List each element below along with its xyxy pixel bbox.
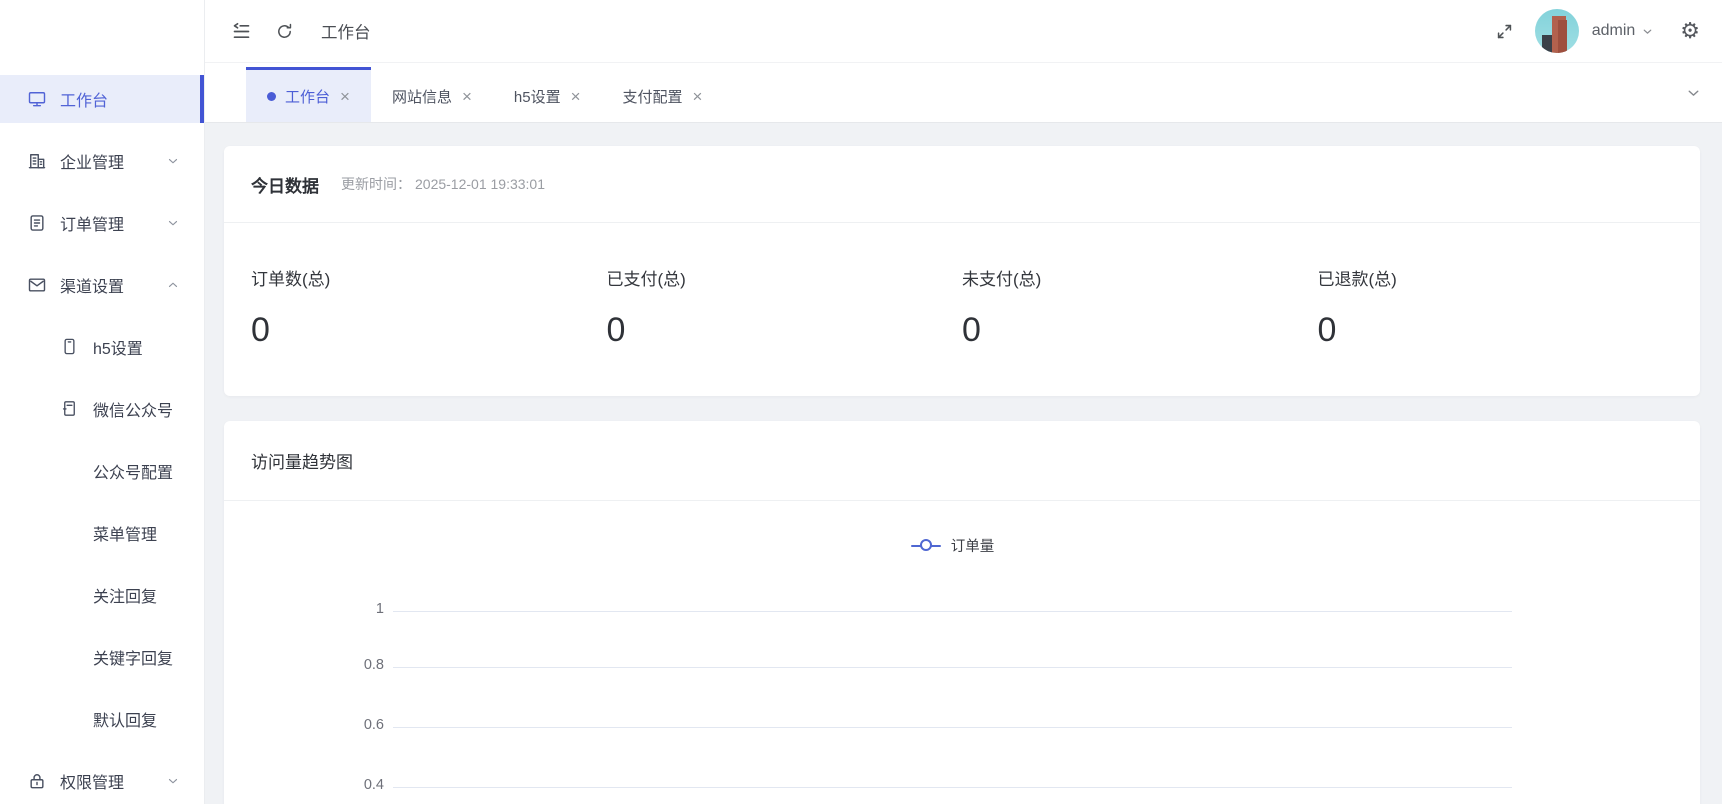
legend-label: 订单量 — [951, 535, 995, 556]
building-icon — [27, 151, 47, 171]
fullscreen-icon[interactable] — [1495, 22, 1514, 41]
tabs-dropdown-chevron-icon[interactable] — [1685, 84, 1702, 101]
close-icon[interactable]: × — [462, 88, 472, 105]
navbar: 工作台 admin ⚙ — [205, 0, 1722, 63]
sidebar-item-label: 公众号配置 — [93, 459, 173, 483]
tab-label: 工作台 — [285, 86, 330, 107]
fold-sidebar-icon[interactable] — [231, 21, 252, 42]
tab-h5-settings[interactable]: h5设置 × — [493, 67, 602, 122]
tab-label: 支付配置 — [623, 86, 683, 107]
sidebar-item-label: 工作台 — [60, 87, 108, 111]
sidebar-item-label: 关键字回复 — [93, 645, 173, 669]
stat-label: 未支付(总) — [962, 265, 1318, 290]
phone-icon — [60, 337, 80, 357]
sidebar-item-label: 默认回复 — [93, 707, 157, 731]
line-chart: 订单量 1 0.8 0.6 0.4 — [224, 501, 1700, 804]
sidebar-item-label: 企业管理 — [60, 149, 124, 173]
journal-icon — [60, 399, 80, 419]
gridline — [393, 611, 1512, 612]
visits-trend-card: 访问量趋势图 订单量 1 0.8 0.6 0.4 — [224, 421, 1700, 804]
sidebar-item-label: 菜单管理 — [93, 521, 157, 545]
stat-value: 0 — [962, 311, 1318, 350]
sidebar-item-official-config[interactable]: 公众号配置 — [0, 447, 204, 495]
stat-value: 0 — [607, 311, 963, 350]
y-axis-tick: 0.4 — [314, 777, 384, 793]
username[interactable]: admin — [1592, 22, 1636, 40]
stat-label: 订单数(总) — [251, 265, 607, 290]
stat-total-orders: 订单数(总) 0 — [251, 265, 607, 350]
sidebar-item-channels[interactable]: 渠道设置 — [0, 261, 204, 309]
main-area: 工作台 admin ⚙ 工作台 × 网站信息 × h5设置 — [205, 0, 1722, 804]
today-data-card: 今日数据 更新时间：2025-12-01 19:33:01 订单数(总) 0 已… — [224, 146, 1700, 396]
sidebar-item-label: 关注回复 — [93, 583, 157, 607]
sidebar: 工作台 企业管理 订单管理 渠道设置 h5设置 — [0, 0, 205, 804]
refresh-icon[interactable] — [275, 22, 294, 41]
legend-line-circle-marker — [911, 539, 941, 553]
sidebar-item-label: 订单管理 — [60, 211, 124, 235]
chevron-down-icon[interactable] — [1641, 25, 1654, 38]
stat-value: 0 — [251, 311, 607, 350]
sidebar-item-h5-settings[interactable]: h5设置 — [0, 323, 204, 371]
chevron-down-icon — [166, 216, 180, 230]
gear-icon[interactable]: ⚙ — [1680, 20, 1700, 42]
stat-paid: 已支付(总) 0 — [607, 265, 963, 350]
update-time-label: 更新时间： — [341, 176, 411, 192]
stat-refunded: 已退款(总) 0 — [1318, 265, 1674, 350]
chart-legend-orders[interactable]: 订单量 — [393, 535, 1512, 556]
tab-workbench[interactable]: 工作台 × — [246, 67, 371, 122]
document-icon — [27, 213, 47, 233]
sidebar-item-enterprise[interactable]: 企业管理 — [0, 137, 204, 185]
envelope-icon — [27, 275, 47, 295]
avatar[interactable] — [1535, 9, 1579, 53]
tab-label: 网站信息 — [392, 86, 452, 107]
sidebar-item-label: h5设置 — [93, 335, 143, 359]
sidebar-item-label: 微信公众号 — [93, 397, 173, 421]
sidebar-item-permissions[interactable]: 权限管理 — [0, 757, 204, 804]
update-time-value: 2025-12-01 19:33:01 — [415, 176, 545, 192]
breadcrumb: 工作台 — [321, 19, 371, 43]
sidebar-item-keyword-reply[interactable]: 关键字回复 — [0, 633, 204, 681]
stat-label: 已支付(总) — [607, 265, 963, 290]
chevron-up-icon — [166, 278, 180, 292]
tab-site-info[interactable]: 网站信息 × — [371, 67, 493, 122]
close-icon[interactable]: × — [571, 88, 581, 105]
active-dot — [267, 92, 276, 101]
sidebar-item-menu-management[interactable]: 菜单管理 — [0, 509, 204, 557]
stat-unpaid: 未支付(总) 0 — [962, 265, 1318, 350]
stats-row: 订单数(总) 0 已支付(总) 0 未支付(总) 0 已退款(总) 0 — [224, 223, 1700, 396]
monitor-icon — [27, 89, 47, 109]
chevron-down-icon — [166, 154, 180, 168]
sidebar-item-label: 渠道设置 — [60, 273, 124, 297]
y-axis-tick: 0.6 — [314, 717, 384, 733]
y-axis-tick: 0.8 — [314, 657, 384, 673]
card-title: 今日数据 — [251, 172, 319, 197]
sidebar-item-orders[interactable]: 订单管理 — [0, 199, 204, 247]
gridline — [393, 667, 1512, 668]
sidebar-item-workbench[interactable]: 工作台 — [0, 75, 204, 123]
sidebar-item-default-reply[interactable]: 默认回复 — [0, 695, 204, 743]
navbar-right: admin ⚙ — [1495, 9, 1700, 53]
content-area: 今日数据 更新时间：2025-12-01 19:33:01 订单数(总) 0 已… — [205, 123, 1722, 804]
close-icon[interactable]: × — [693, 88, 703, 105]
close-icon[interactable]: × — [340, 88, 350, 105]
tabs-bar: 工作台 × 网站信息 × h5设置 × 支付配置 × — [205, 63, 1722, 123]
tab-payment-config[interactable]: 支付配置 × — [602, 67, 724, 122]
lock-icon — [27, 771, 47, 791]
sidebar-item-label: 权限管理 — [60, 769, 124, 793]
chevron-down-icon — [166, 774, 180, 788]
chart-card-header: 访问量趋势图 — [224, 421, 1700, 501]
tab-label: h5设置 — [514, 86, 561, 107]
sidebar-item-wechat-official[interactable]: 微信公众号 — [0, 385, 204, 433]
y-axis-tick: 1 — [314, 601, 384, 617]
gridline — [393, 727, 1512, 728]
stat-label: 已退款(总) — [1318, 265, 1674, 290]
stat-value: 0 — [1318, 311, 1674, 350]
gridline — [393, 787, 1512, 788]
card-title: 访问量趋势图 — [251, 448, 353, 473]
update-time: 更新时间：2025-12-01 19:33:01 — [341, 174, 545, 194]
today-card-header: 今日数据 更新时间：2025-12-01 19:33:01 — [224, 146, 1700, 223]
sidebar-item-follow-reply[interactable]: 关注回复 — [0, 571, 204, 619]
